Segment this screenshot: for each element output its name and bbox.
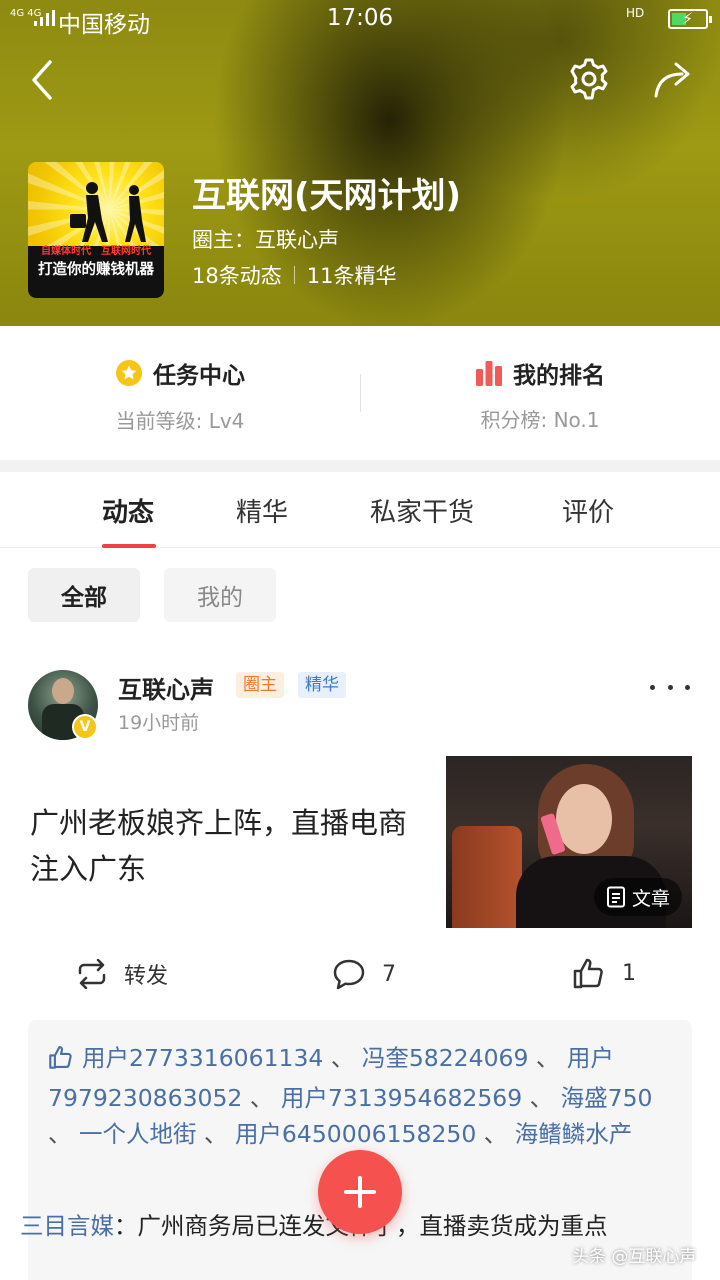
- circle-header: 4G 4G 中国移动 17:06 HD ⚡ 自媒体时代 互联网时代 打造你的赚钱…: [0, 0, 720, 326]
- hd-call-icon: HD: [626, 6, 645, 20]
- task-center-button[interactable]: 任务中心 当前等级: Lv4: [0, 356, 360, 434]
- post-actions: 转发 7 1: [0, 952, 720, 998]
- liked-user[interactable]: 一个人地街: [79, 1120, 197, 1148]
- source-watermark: 头条 @互联心声: [572, 1247, 697, 1267]
- circle-title: 互联网(天网计划): [192, 176, 462, 216]
- active-tab-indicator: [102, 544, 156, 548]
- section-divider: [0, 460, 720, 472]
- repost-button[interactable]: 转发: [76, 958, 168, 990]
- repost-icon: [78, 959, 106, 989]
- document-icon: [606, 886, 625, 908]
- share-arrow-icon: [654, 62, 690, 98]
- filter-chips: 全部 我的: [28, 568, 276, 622]
- article-tag-label: 文章: [631, 887, 670, 910]
- comment-count: 7: [382, 961, 396, 987]
- circle-stats: 18条动态 11条精华: [192, 260, 396, 290]
- like-button[interactable]: 1: [572, 956, 636, 990]
- info-bar: 任务中心 当前等级: Lv4 我的排名 积分榜: No.1: [0, 326, 720, 460]
- post-time: 19小时前: [118, 712, 200, 734]
- tab-bar: 动态 精华 私家干货 评价: [0, 472, 720, 548]
- owner-badge: 圈主: [236, 672, 284, 698]
- my-ranking-button[interactable]: 我的排名 积分榜: No.1: [360, 356, 720, 433]
- liked-user[interactable]: 用户6450006158250: [235, 1120, 476, 1148]
- essence-count: 11条精华: [306, 264, 397, 288]
- circle-page: 4G 4G 中国移动 17:06 HD ⚡ 自媒体时代 互联网时代 打造你的赚钱…: [0, 0, 720, 1280]
- cover-tagline: 自媒体时代 互联网时代: [41, 246, 151, 257]
- essence-badge: 精华: [298, 672, 346, 698]
- clock: 17:06: [326, 5, 394, 31]
- plus-icon: [344, 1176, 376, 1208]
- gear-icon: [570, 58, 608, 100]
- liked-user[interactable]: 用户2773316061134: [82, 1044, 323, 1072]
- bar-chart-icon: [475, 360, 503, 386]
- circle-cover-image: 自媒体时代 互联网时代 打造你的赚钱机器: [28, 162, 164, 298]
- thumbs-up-icon: [573, 958, 603, 989]
- battery-icon: ⚡: [668, 9, 712, 29]
- chevron-left-icon: [32, 60, 52, 100]
- running-figures-graphic: [70, 182, 146, 242]
- status-bar: 4G 4G 中国移动 17:06 HD ⚡: [0, 0, 720, 40]
- post-title[interactable]: 广州老板娘齐上阵，直播电商注入广东: [30, 800, 430, 892]
- star-icon: [115, 359, 143, 387]
- leaderboard-rank: 积分榜: No.1: [480, 408, 600, 432]
- thumbs-up-icon: [48, 1044, 74, 1080]
- task-center-label: 任务中心: [153, 363, 245, 389]
- liked-by-list: 用户2773316061134 、 冯奎58224069 、 用户7979230…: [48, 1044, 653, 1148]
- current-level: 当前等级: Lv4: [115, 409, 245, 433]
- share-button[interactable]: [650, 56, 696, 102]
- cover-slogan: 打造你的赚钱机器: [38, 262, 154, 278]
- filter-mine[interactable]: 我的: [164, 568, 276, 622]
- post-author[interactable]: 互联心声: [118, 670, 214, 705]
- like-count: 1: [622, 960, 636, 986]
- more-options-button[interactable]: [650, 672, 690, 702]
- tab-private-goods[interactable]: 私家干货: [370, 492, 474, 529]
- filter-all[interactable]: 全部: [28, 568, 140, 622]
- create-post-button[interactable]: [318, 1150, 402, 1234]
- liked-user[interactable]: 冯奎58224069: [362, 1044, 529, 1072]
- article-tag: 文章: [593, 878, 682, 916]
- comment-icon: [333, 959, 365, 990]
- verified-badge-icon: V: [72, 714, 98, 740]
- liked-user[interactable]: 海鳍鳞水产: [515, 1120, 633, 1148]
- post-thumbnail[interactable]: 文章: [446, 756, 692, 928]
- tab-posts[interactable]: 动态: [102, 492, 154, 529]
- settings-button[interactable]: [566, 56, 612, 102]
- posts-count: 18条动态: [192, 264, 282, 288]
- back-button[interactable]: [24, 56, 64, 104]
- my-ranking-label: 我的排名: [513, 363, 605, 389]
- comment-author[interactable]: 三目言媒: [20, 1212, 114, 1240]
- circle-owner[interactable]: 圈主：互联心声: [192, 224, 339, 254]
- tab-essence[interactable]: 精华: [236, 492, 288, 529]
- liked-user[interactable]: 海盛750: [561, 1084, 653, 1112]
- tab-reviews[interactable]: 评价: [562, 492, 614, 529]
- comment-button[interactable]: 7: [332, 958, 396, 990]
- liked-user[interactable]: 用户7313954682569: [281, 1084, 522, 1112]
- repost-label: 转发: [124, 964, 169, 989]
